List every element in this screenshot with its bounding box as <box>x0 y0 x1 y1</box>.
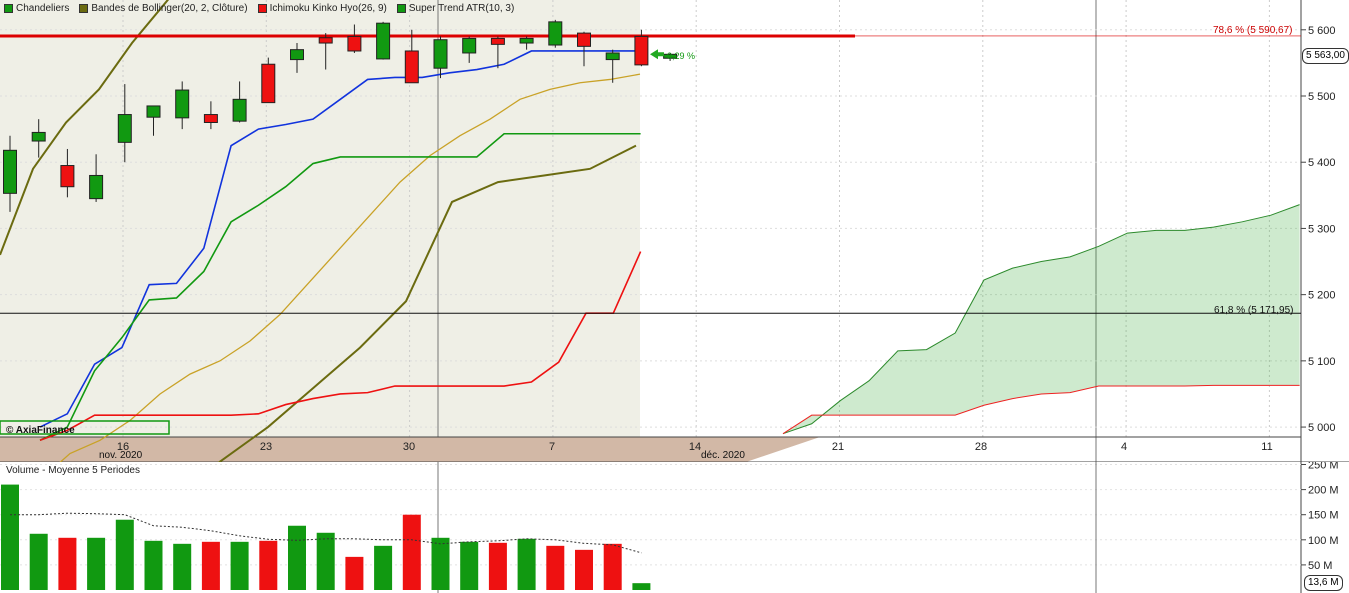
fib-786-label: 78,6 % (5 590,67) <box>1213 25 1293 36</box>
date-axis-band <box>0 437 438 462</box>
legend-item-supertrend[interactable]: Super Trend ATR(10, 3) <box>396 3 515 14</box>
price-tick-label: 5 200 <box>1308 290 1336 302</box>
date-axis-band-slant <box>438 437 820 462</box>
price-tick-label: 5 500 <box>1308 91 1336 103</box>
volume-bar <box>431 537 450 590</box>
legend-label: Chandeliers <box>16 3 70 14</box>
candle-body <box>203 114 218 123</box>
candle-body <box>462 37 477 54</box>
candle-body <box>347 35 362 52</box>
candle-body <box>60 165 75 188</box>
date-tick-label: 30 <box>403 441 415 453</box>
volume-tick-label: 50 M <box>1308 560 1332 572</box>
date-tick-label: 4 <box>1121 441 1127 453</box>
last-price-badge: 5 563,00 <box>1302 48 1349 64</box>
volume-bar <box>316 532 335 590</box>
volume-bar <box>517 538 536 590</box>
legend-label: Ichimoku Kinko Hyo(26, 9) <box>269 3 387 14</box>
date-tick-label: 23 <box>260 441 272 453</box>
candle-body <box>261 63 276 104</box>
candle-body <box>577 32 591 47</box>
candle-body <box>490 37 505 45</box>
date-tick-label: 28 <box>975 441 987 453</box>
month-label-dec: déc. 2020 <box>701 450 745 461</box>
volume-bar <box>402 514 421 590</box>
change-label: 0,29 % <box>667 51 696 61</box>
volume-bar <box>58 537 77 590</box>
volume-bar <box>460 541 479 590</box>
volume-bar <box>632 583 651 590</box>
volume-bar <box>259 540 278 590</box>
price-tick-label: 5 300 <box>1308 223 1336 235</box>
history-shade <box>0 0 640 437</box>
chart-legend: Chandeliers Bandes de Bollinger(20, 2, C… <box>4 3 514 14</box>
volume-bar <box>374 545 393 590</box>
date-tick-label: 14 <box>689 441 701 453</box>
volume-bar <box>288 525 306 590</box>
volume-legend: Volume - Moyenne 5 Periodes <box>6 465 140 476</box>
volume-bar <box>546 545 565 590</box>
legend-swatch-icon <box>79 4 89 13</box>
volume-bar <box>1 484 19 590</box>
volume-bar <box>115 519 134 590</box>
legend-item-ichimoku[interactable]: Ichimoku Kinko Hyo(26, 9) <box>257 3 387 14</box>
legend-swatch-icon <box>396 4 406 13</box>
candle-body <box>232 98 247 122</box>
candle-body <box>146 105 161 118</box>
volume-bar <box>345 556 364 590</box>
volume-tick-label: 150 M <box>1308 510 1339 522</box>
price-tick-label: 5 400 <box>1308 157 1336 169</box>
last-price-arrow-icon <box>650 49 664 60</box>
volume-bar <box>201 541 220 590</box>
ichimoku-cloud <box>783 204 1300 434</box>
legend-item-candles[interactable]: Chandeliers <box>4 3 69 14</box>
volume-bar <box>173 543 192 590</box>
candle-body <box>634 35 649 66</box>
volume-chart[interactable]: 50 M 100 M 150 M 200 M 250 M <box>0 462 1349 593</box>
price-chart[interactable]: 5 0005 1005 2005 3005 4005 5005 60016 23 3… <box>0 0 1349 462</box>
legend-item-bollinger[interactable]: Bandes de Bollinger(20, 2, Clôture) <box>79 3 248 14</box>
candle-body <box>89 174 104 200</box>
candle-body <box>519 37 534 44</box>
volume-tick-label: 200 M <box>1308 485 1339 497</box>
price-tick-label: 5 100 <box>1308 356 1336 368</box>
legend-swatch-icon <box>4 4 13 13</box>
price-tick-label: 5 000 <box>1308 422 1336 434</box>
candle-body <box>404 50 419 84</box>
volume-bar <box>87 537 106 590</box>
fib-618-label: 61,8 % (5 171,95) <box>1214 305 1294 316</box>
candle-body <box>31 131 46 142</box>
volume-bar <box>230 541 249 590</box>
candle-body <box>605 52 620 61</box>
candle-body <box>433 39 448 69</box>
watermark-text: © AxiaFinance <box>6 425 75 436</box>
candle-body <box>548 21 563 46</box>
volume-bar <box>29 533 48 590</box>
candle-body <box>3 149 17 194</box>
volume-bar <box>144 540 163 590</box>
volume-last-badge: 13,6 M <box>1304 575 1343 591</box>
volume-tick-label: 250 M <box>1308 462 1339 472</box>
legend-label: Super Trend ATR(10, 3) <box>408 3 515 14</box>
candle-body <box>376 22 391 60</box>
date-tick-label: 21 <box>832 441 844 453</box>
candle-body <box>175 89 190 119</box>
volume-tick-label: 100 M <box>1308 535 1339 547</box>
volume-bar <box>488 542 507 590</box>
candle-body <box>318 37 333 44</box>
volume-bar <box>603 543 622 590</box>
volume-bar <box>575 549 593 590</box>
legend-label: Bandes de Bollinger(20, 2, Clôture) <box>91 3 248 14</box>
legend-swatch-icon <box>257 4 267 13</box>
price-tick-label: 5 600 <box>1308 25 1336 37</box>
candle-body <box>117 114 132 143</box>
month-label-nov: nov. 2020 <box>99 450 143 461</box>
candle-body <box>290 49 304 61</box>
date-tick-label: 7 <box>549 441 555 453</box>
date-tick-label: 11 <box>1261 441 1272 453</box>
